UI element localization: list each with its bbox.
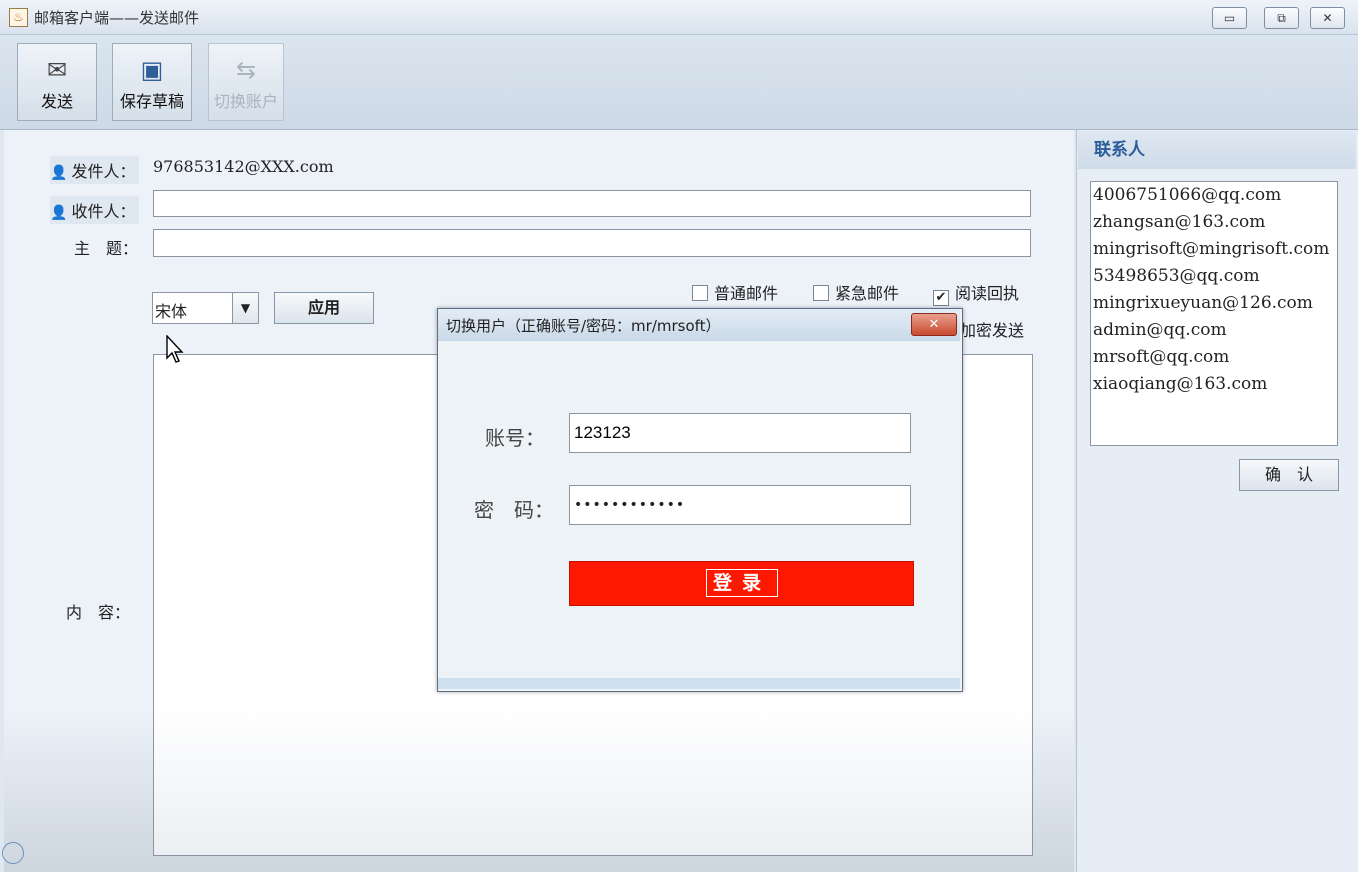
person-icon: 👤 [50, 205, 68, 221]
read-receipt-checkbox[interactable]: ✔ 阅读回执 [933, 280, 1019, 306]
user-switch-icon: ⇆ [235, 56, 257, 84]
contact-item[interactable]: mrsoft@qq.com [1091, 344, 1337, 371]
password-label: 密 码： [474, 498, 554, 522]
java-app-icon: ♨ [9, 8, 28, 27]
contacts-title: 联系人 [1078, 131, 1356, 169]
send-button[interactable]: ✉ 发送 [17, 43, 97, 121]
checkbox-box [813, 285, 829, 301]
dialog-title: 切换用户（正确账号/密码：mr/mrsoft） [446, 317, 721, 335]
encrypt-send-checkbox-label[interactable]: 加密发送 [960, 317, 1024, 341]
contacts-list[interactable]: 4006751066@qq.com zhangsan@163.com mingr… [1090, 181, 1338, 446]
window-title: 邮箱客户端——发送邮件 [34, 9, 200, 27]
dialog-close-button[interactable]: ✕ [911, 313, 957, 336]
login-button-label: 登录 [706, 569, 778, 597]
subject-input[interactable] [153, 229, 1031, 257]
window-title-bar [0, 0, 1358, 35]
chevron-down-icon[interactable]: ▼ [232, 293, 258, 323]
switch-account-button-label: 切换账户 [213, 92, 278, 111]
contact-item[interactable]: 53498653@qq.com [1091, 263, 1337, 290]
contact-item[interactable]: mingrisoft@mingrisoft.com [1091, 236, 1337, 263]
save-draft-button-label: 保存草稿 [119, 92, 184, 111]
toolbar [0, 35, 1358, 130]
busy-indicator-icon [2, 842, 24, 864]
subject-label: 主 题： [74, 239, 139, 258]
confirm-contacts-button[interactable]: 确 认 [1239, 459, 1339, 491]
maximize-button[interactable]: ⧉ [1264, 7, 1299, 29]
font-select-value: 宋体 [155, 302, 188, 321]
contact-item[interactable]: xiaoqiang@163.com [1091, 371, 1337, 398]
urgent-mail-checkbox[interactable]: 紧急邮件 [813, 280, 899, 304]
save-draft-button[interactable]: ▣ 保存草稿 [112, 43, 192, 121]
sender-label: 👤 发件人： [50, 156, 140, 184]
send-button-label: 发送 [40, 92, 73, 111]
recipient-label: 👤 收件人： [50, 196, 140, 224]
switch-account-button[interactable]: ⇆ 切换账户 [208, 43, 284, 121]
mouse-cursor-icon [166, 335, 184, 363]
recipient-input[interactable] [153, 190, 1031, 217]
content-label: 内 容： [66, 603, 131, 622]
contact-item[interactable]: 4006751066@qq.com [1091, 182, 1337, 209]
password-input[interactable]: •••••••••••• [569, 485, 911, 525]
account-label: 账号： [485, 426, 545, 450]
dialog-bottom-border [438, 678, 960, 689]
apply-font-button[interactable]: 应用 [274, 292, 374, 324]
close-window-button[interactable]: ✕ [1310, 7, 1345, 29]
normal-mail-checkbox[interactable]: 普通邮件 [692, 280, 778, 304]
contact-item[interactable]: admin@qq.com [1091, 317, 1337, 344]
checkmark-icon: ✔ [933, 290, 949, 306]
font-select[interactable]: 宋体 ▼ [152, 292, 259, 324]
contact-item[interactable]: mingrixueyuan@126.com [1091, 290, 1337, 317]
envelope-icon: ✉ [46, 56, 68, 84]
minimize-button[interactable]: ▭ [1212, 7, 1247, 29]
checkbox-box [692, 285, 708, 301]
sender-value: 976853142@XXX.com [153, 157, 334, 176]
person-icon: 👤 [50, 165, 68, 181]
floppy-disk-icon: ▣ [140, 56, 164, 84]
account-input[interactable] [569, 413, 911, 453]
contact-item[interactable]: zhangsan@163.com [1091, 209, 1337, 236]
